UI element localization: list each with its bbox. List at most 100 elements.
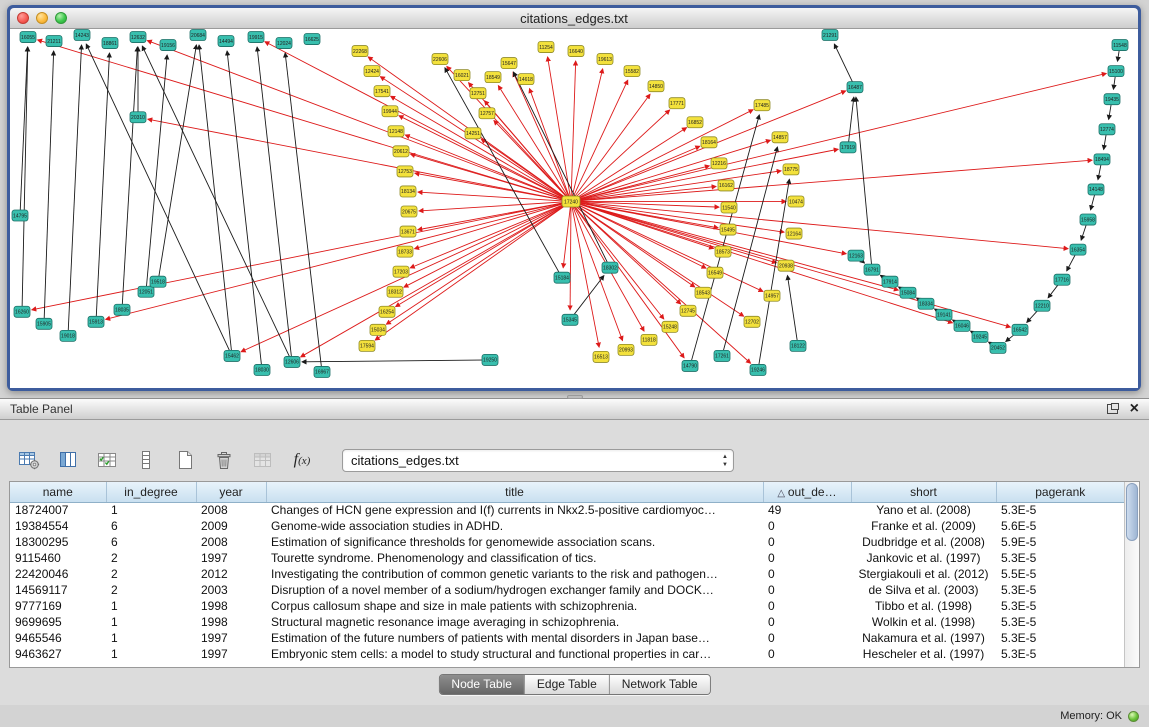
graph-node[interactable]: 22268 — [352, 46, 368, 57]
citation-edge-red[interactable] — [571, 61, 576, 201]
graph-node[interactable]: 18543 — [695, 287, 711, 298]
graph-node[interactable]: 10474 — [788, 196, 804, 207]
graph-node[interactable]: 15647 — [501, 58, 517, 69]
graph-node[interactable]: 19246 — [750, 364, 766, 375]
tab-edge-table[interactable]: Edge Table — [525, 675, 610, 694]
table-row[interactable]: 1872400712008Changes of HCN gene express… — [10, 502, 1124, 518]
graph-node[interactable]: 19156 — [160, 40, 176, 51]
graph-node[interactable]: 12210 — [1034, 300, 1050, 311]
citation-edge-black[interactable] — [158, 45, 196, 282]
graph-node[interactable]: 16354 — [1070, 244, 1086, 255]
table-source-select[interactable]: citations_edges.txt ▲▼ — [342, 449, 734, 472]
table-settings-icon[interactable] — [14, 446, 44, 474]
graph-node[interactable]: 16260 — [14, 306, 30, 317]
citation-edge-red[interactable] — [571, 110, 670, 201]
citation-edge-black[interactable] — [44, 51, 54, 324]
citation-edge-black[interactable] — [142, 46, 292, 362]
graph-node[interactable]: 19141 — [936, 309, 952, 320]
graph-node[interactable]: 18861 — [102, 38, 118, 49]
table-row[interactable]: 911546021997Tourette syndrome. Phenomeno… — [10, 550, 1124, 566]
graph-node[interactable]: 18573 — [715, 246, 731, 257]
citation-edge-red[interactable] — [571, 69, 603, 202]
new-file-icon[interactable] — [170, 446, 200, 474]
citation-edge-red[interactable] — [106, 201, 571, 319]
graph-node[interactable]: 15034 — [370, 324, 386, 335]
graph-node[interactable]: 16852 — [687, 117, 703, 128]
graph-node[interactable]: 17771 — [669, 98, 685, 109]
column-header-in_degree[interactable]: in_degree — [106, 482, 196, 502]
citation-edge-black[interactable] — [513, 72, 610, 268]
graph-node[interactable]: 13671 — [400, 226, 416, 237]
close-panel-icon[interactable]: × — [1130, 402, 1139, 416]
graph-node[interactable]: 16487 — [847, 82, 863, 93]
minimize-window-button[interactable] — [36, 12, 48, 24]
citation-edge-red[interactable] — [571, 186, 716, 201]
graph-node[interactable]: 17594 — [359, 340, 375, 351]
graph-node[interactable]: 16625 — [304, 34, 320, 45]
graph-node[interactable]: 17919 — [840, 142, 856, 153]
graph-node[interactable]: 12751 — [470, 88, 486, 99]
citation-edge-black[interactable] — [856, 97, 872, 270]
citation-edge-black[interactable] — [22, 47, 28, 312]
graph-node[interactable]: 20452 — [990, 342, 1006, 353]
column-header-name[interactable]: name — [10, 482, 106, 502]
graph-node[interactable]: 20675 — [401, 206, 417, 217]
graph-node[interactable]: 14795 — [12, 210, 28, 221]
graph-node[interactable]: 12216 — [711, 158, 727, 169]
graph-node[interactable]: 16791 — [864, 264, 880, 275]
graph-node[interactable]: 18122 — [790, 340, 806, 351]
close-window-button[interactable] — [17, 12, 29, 24]
citation-edge-red[interactable] — [571, 201, 744, 316]
graph-node[interactable]: 15582 — [624, 66, 640, 77]
graph-node[interactable]: 15100 — [1108, 66, 1124, 77]
graph-node[interactable]: 21291 — [822, 30, 838, 41]
graph-node[interactable]: 18494 — [1094, 154, 1110, 165]
select-columns-icon[interactable] — [92, 446, 122, 474]
graph-node[interactable]: 19245 — [972, 331, 988, 342]
graph-node[interactable]: 16513 — [593, 351, 609, 362]
graph-node[interactable]: 17261 — [714, 350, 730, 361]
graph-node[interactable]: 18549 — [485, 72, 501, 83]
graph-node[interactable]: 14251 — [465, 128, 481, 139]
citation-edge-red[interactable] — [570, 201, 571, 309]
citation-edge-red[interactable] — [571, 140, 770, 201]
graph-node[interactable]: 16640 — [568, 46, 584, 57]
citation-edge-red[interactable] — [571, 201, 684, 357]
graph-node[interactable]: 16542 — [1012, 324, 1028, 335]
citation-edge-black[interactable] — [96, 53, 109, 322]
citation-edge-black[interactable] — [848, 97, 854, 147]
graph-hub-node[interactable]: 17240 — [562, 196, 580, 207]
citation-edge-black[interactable] — [20, 47, 28, 215]
citation-edge-black[interactable] — [787, 276, 798, 346]
citation-edge-black[interactable] — [285, 53, 322, 372]
graph-node[interactable]: 18134 — [400, 186, 416, 197]
graph-node[interactable]: 19250 — [482, 354, 498, 365]
graph-node[interactable]: 11548 — [1112, 40, 1128, 51]
graph-node[interactable]: 18035 — [114, 304, 130, 315]
graph-node[interactable]: 21211 — [46, 36, 62, 47]
graph-node[interactable]: 12148 — [388, 126, 404, 137]
graph-node[interactable]: 19518 — [150, 276, 166, 287]
import-table-icon[interactable] — [248, 446, 278, 474]
citation-edge-black[interactable] — [834, 44, 855, 87]
graph-node[interactable]: 16055 — [20, 32, 36, 43]
graph-node[interactable]: 12632 — [130, 32, 146, 43]
graph-node[interactable]: 18312 — [387, 286, 403, 297]
citation-edge-red[interactable] — [265, 42, 571, 202]
panel-resize-grip[interactable] — [567, 395, 583, 399]
graph-node[interactable]: 15495 — [720, 224, 736, 235]
window-titlebar[interactable]: citations_edges.txt — [10, 8, 1138, 29]
citation-edge-red[interactable] — [571, 201, 664, 318]
graph-node[interactable]: 20938 — [778, 260, 794, 271]
graph-node[interactable]: 19435 — [1104, 94, 1120, 105]
graph-node[interactable]: 12164 — [786, 228, 802, 239]
citation-edge-red[interactable] — [571, 160, 1092, 201]
function-builder-icon[interactable]: f(x) — [287, 446, 317, 474]
citation-edge-black[interactable] — [302, 360, 490, 362]
graph-node[interactable]: 16549 — [707, 267, 723, 278]
graph-node[interactable]: 19018 — [60, 330, 76, 341]
graph-node[interactable]: 15462 — [224, 350, 240, 361]
table-row[interactable]: 2242004622012Investigating the contribut… — [10, 566, 1124, 582]
citation-edge-black[interactable] — [758, 179, 789, 370]
column-header-pagerank[interactable]: pagerank — [996, 482, 1124, 502]
